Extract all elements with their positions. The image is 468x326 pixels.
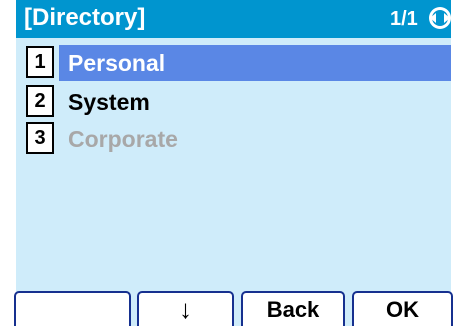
item-label: System <box>68 89 150 115</box>
menu-item-corporate: 3 Corporate <box>26 121 451 157</box>
menu-item-personal[interactable]: 1 Personal <box>26 45 451 81</box>
menu-item-system[interactable]: 2 System <box>26 84 451 120</box>
item-number: 1 <box>26 46 54 78</box>
title-bar: [Directory] 1/1 <box>16 0 451 38</box>
softkey-ok[interactable]: OK <box>352 291 453 326</box>
softkey-back[interactable]: Back <box>241 291 345 326</box>
page-title: [Directory] <box>24 4 146 31</box>
page-indicator: 1/1 <box>390 8 418 30</box>
item-number: 3 <box>26 122 54 154</box>
item-label: Personal <box>68 50 166 76</box>
softkey-1[interactable] <box>14 291 131 326</box>
left-right-nav-icon <box>429 7 451 29</box>
item-number: 2 <box>26 85 54 117</box>
softkey-down-arrow[interactable]: ↓ <box>137 291 234 326</box>
phone-display: [Directory] 1/1 1 Personal 2 System 3 Co… <box>16 0 451 326</box>
item-label: Corporate <box>68 126 178 152</box>
